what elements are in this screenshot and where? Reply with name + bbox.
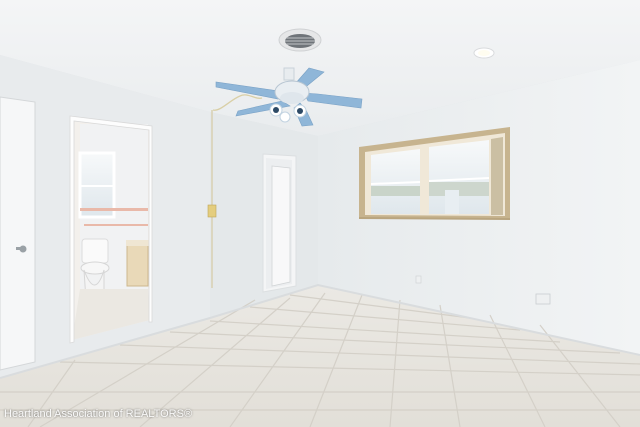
vanity-cabinet [126,243,149,287]
open-door [0,96,36,371]
wall-outlet [535,293,551,305]
room-illustration [0,0,640,427]
room-photo: Heartland Association of REALTORS® [0,0,640,427]
recessed-light [473,47,495,59]
bathroom-doorway [69,115,153,344]
photo-watermark: Heartland Association of REALTORS® [4,408,193,420]
bath-tile-accent [80,208,148,211]
closet-door-panel [271,165,291,287]
wall-outlet-small [415,275,422,284]
light-switch [207,204,217,218]
ceiling-vent [278,28,322,52]
closet-doorway [262,153,297,293]
